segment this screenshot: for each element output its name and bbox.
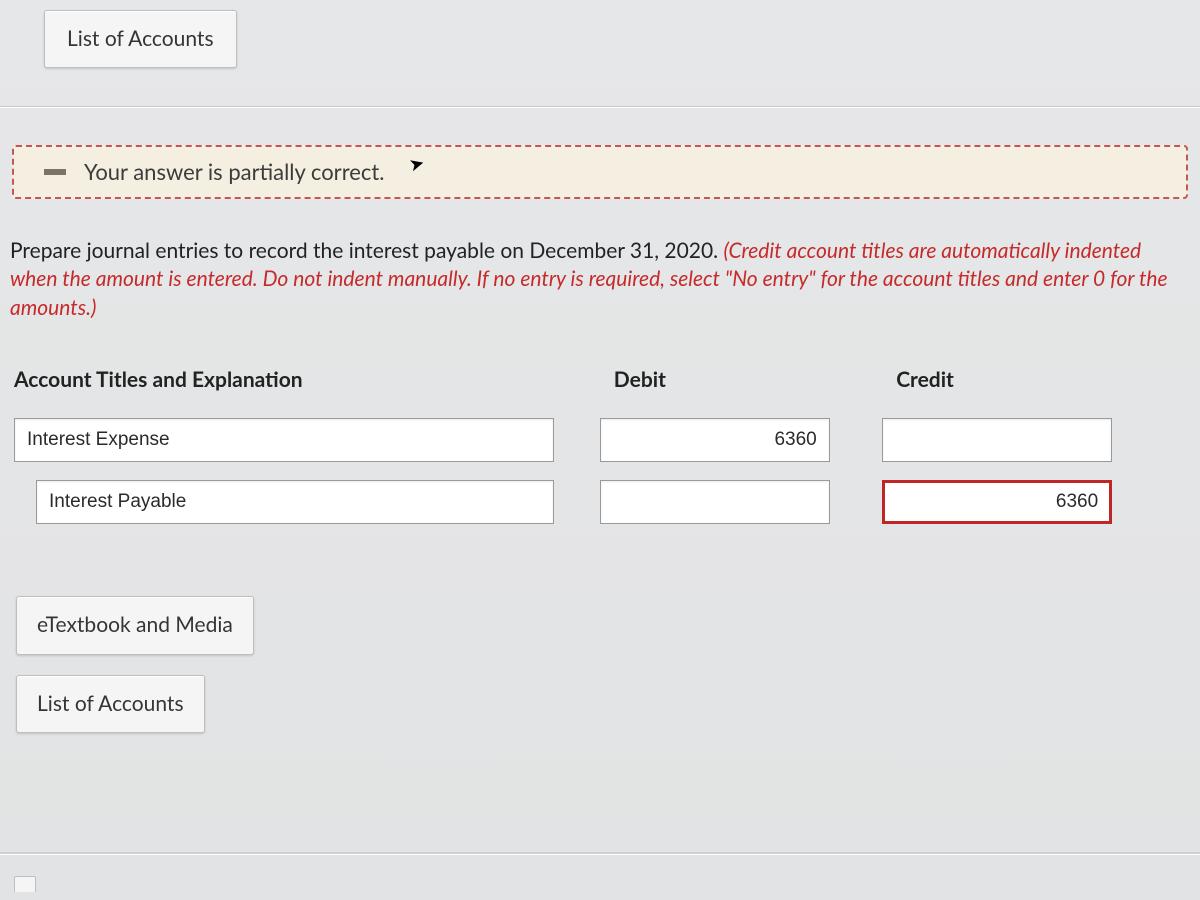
etextbook-button[interactable]: eTextbook and Media bbox=[16, 596, 254, 654]
journal-entry-table: Account Titles and Explanation Debit Cre… bbox=[0, 332, 1200, 536]
minus-icon bbox=[44, 169, 66, 175]
divider bbox=[0, 852, 1200, 854]
cursor-icon: ➤ bbox=[406, 150, 427, 177]
list-of-accounts-button-bottom[interactable]: List of Accounts bbox=[16, 675, 205, 733]
list-of-accounts-button-top[interactable]: List of Accounts bbox=[44, 10, 237, 68]
credit-input[interactable] bbox=[882, 480, 1112, 524]
feedback-banner: Your answer is partially correct. ➤ bbox=[12, 145, 1188, 199]
top-tab-row: List of Accounts bbox=[0, 0, 1200, 68]
question-panel: List of Accounts Your answer is partiall… bbox=[0, 0, 1200, 900]
section-handle[interactable] bbox=[14, 876, 36, 892]
header-credit: Credit bbox=[876, 358, 1190, 412]
header-debit: Debit bbox=[594, 358, 876, 412]
account-title-input[interactable] bbox=[14, 418, 554, 462]
question-prompt: Prepare journal entries to record the in… bbox=[0, 199, 1200, 332]
resource-buttons: eTextbook and Media List of Accounts bbox=[0, 536, 260, 733]
header-account: Account Titles and Explanation bbox=[8, 358, 594, 412]
prompt-main: Prepare journal entries to record the in… bbox=[10, 238, 723, 263]
feedback-text: Your answer is partially correct. bbox=[84, 157, 384, 187]
divider bbox=[0, 106, 1200, 107]
debit-input[interactable] bbox=[600, 418, 830, 462]
account-title-input[interactable] bbox=[36, 480, 554, 524]
credit-input[interactable] bbox=[882, 418, 1112, 462]
table-row bbox=[8, 412, 1190, 474]
table-row bbox=[8, 474, 1190, 536]
debit-input[interactable] bbox=[600, 480, 830, 524]
